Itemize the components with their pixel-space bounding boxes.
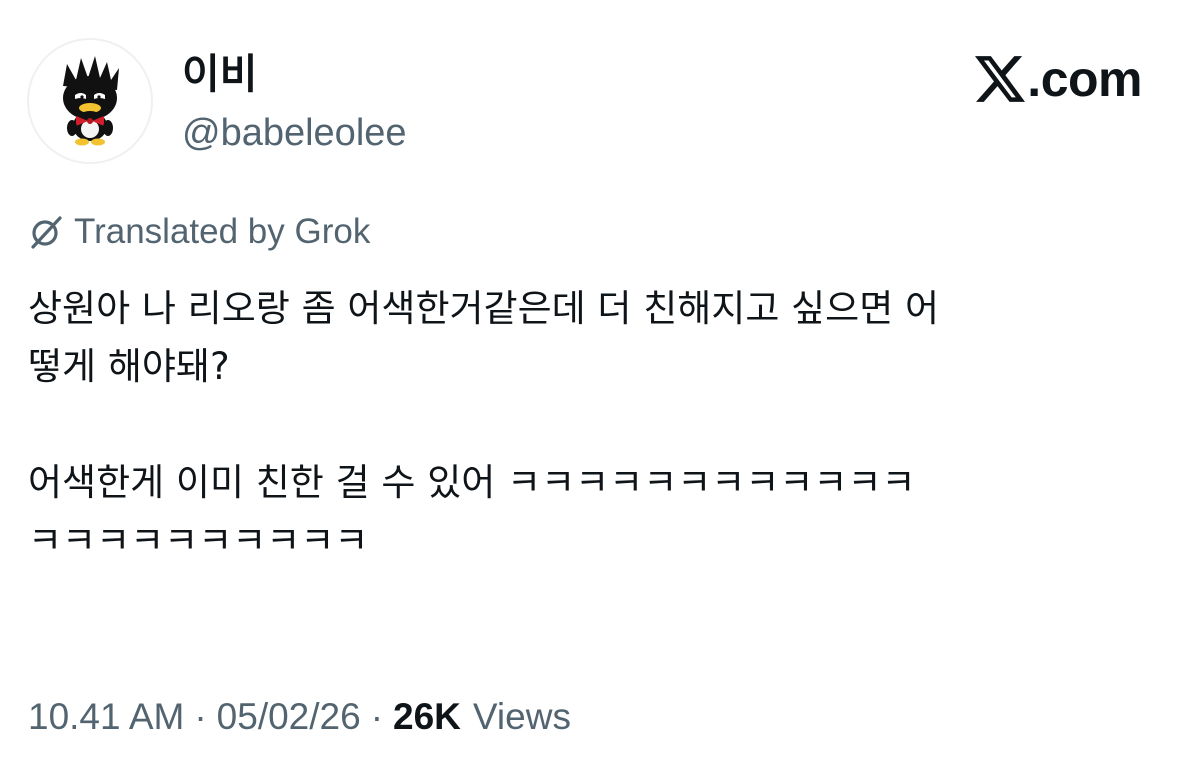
- tweet-text-line: 떻게 해야돼?: [28, 345, 230, 388]
- tweet-text-line: 상원아 나 리오랑 좀 어색한거같은데 더 친해지고 싶으면 어: [28, 287, 940, 330]
- brand-domain-text: .com: [1027, 51, 1142, 107]
- tweet-time[interactable]: 10.41 AM: [28, 692, 184, 742]
- x-logo-icon: [975, 56, 1026, 102]
- translation-notice[interactable]: Translated by Grok: [28, 210, 370, 254]
- tweet-body: 상원아 나 리오랑 좀 어색한거같은데 더 친해지고 싶으면 어 떻게 해야돼?…: [28, 280, 1178, 570]
- views-label: Views: [472, 696, 571, 737]
- tweet-text-line: ㅋㅋㅋㅋㅋㅋㅋㅋㅋㅋ: [28, 519, 369, 562]
- views-count[interactable]: 26K: [393, 692, 461, 742]
- grok-icon: [31, 216, 62, 249]
- brand-logo: .com: [975, 50, 1142, 108]
- author-display-name[interactable]: 이비: [182, 50, 257, 98]
- tweet-paragraph-gap: [28, 396, 1178, 454]
- tweet-meta: 10.41 AM · 05/02/26 · 26K Views: [28, 692, 571, 742]
- meta-separator: ·: [194, 696, 207, 737]
- tweet-date[interactable]: 05/02/26: [217, 692, 361, 742]
- author-handle[interactable]: @babeleolee: [182, 110, 407, 156]
- meta-separator: ·: [370, 696, 384, 737]
- badtz-maru-avatar-icon[interactable]: [27, 38, 153, 164]
- tweet-text-line: 어색한게 이미 친한 걸 수 있어 ㅋㅋㅋㅋㅋㅋㅋㅋㅋㅋㅋㅋ: [28, 461, 916, 504]
- tweet-card: 이비 @babeleolee .com Translated by Grok 상…: [0, 0, 1200, 760]
- translation-label: Translated by Grok: [74, 212, 371, 251]
